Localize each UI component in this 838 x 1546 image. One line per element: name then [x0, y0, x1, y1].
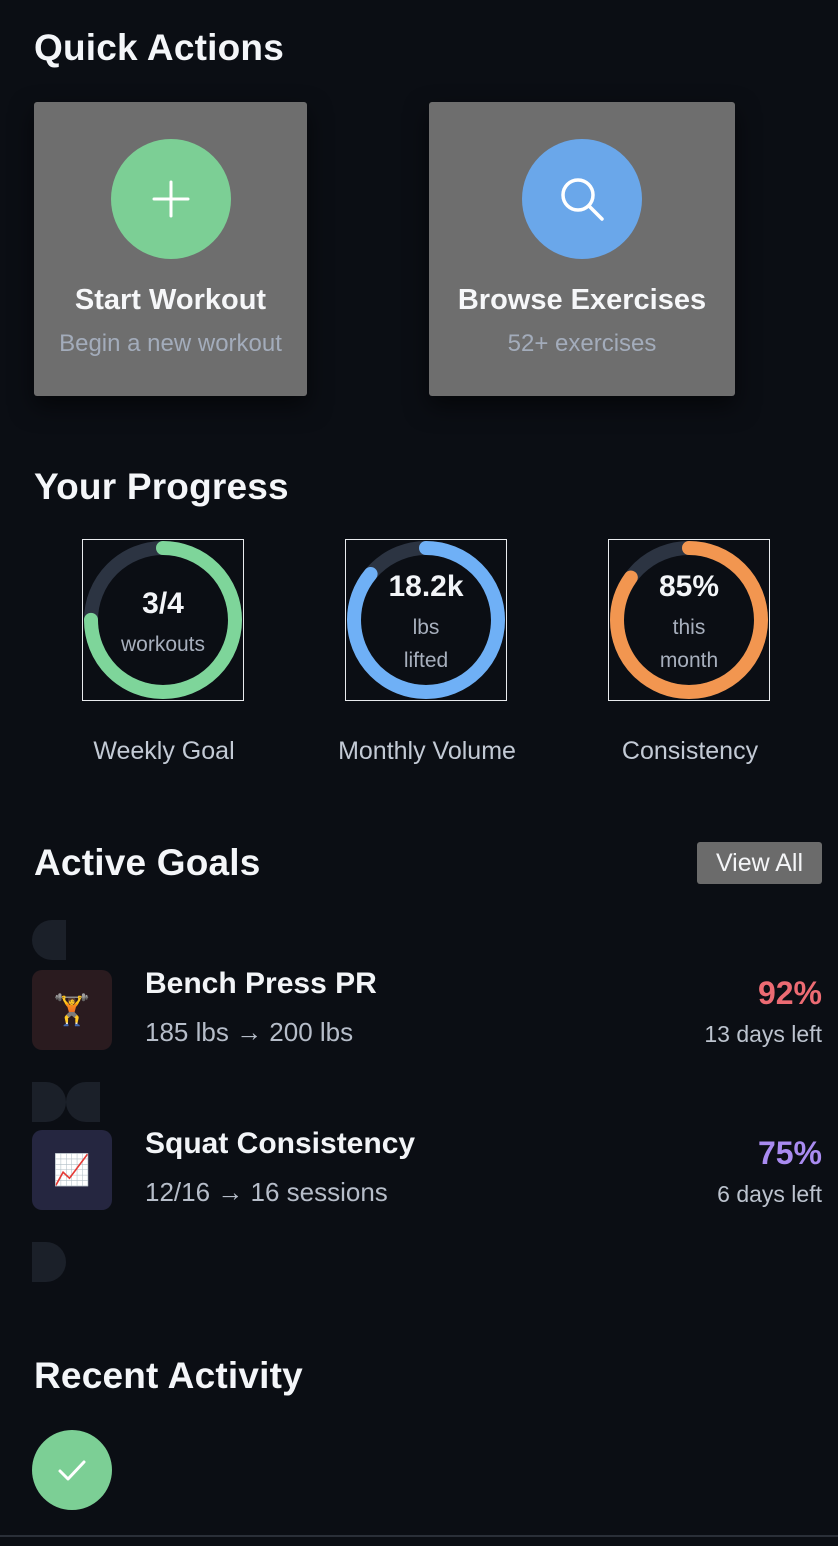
search-icon	[561, 178, 604, 221]
goal-percent: 75%	[757, 1135, 822, 1171]
weekly-goal-label: Weekly Goal	[93, 737, 235, 765]
goal-days-left: 6 days left	[717, 1181, 822, 1207]
consistency-label: Consistency	[621, 737, 759, 765]
goal-placeholder-shape	[32, 1242, 66, 1282]
quick-actions-heading: Quick Actions	[34, 27, 285, 68]
goal-title: Bench Press PR	[145, 967, 377, 1000]
browse-exercises-card[interactable]: Browse Exercises 52+ exercises	[429, 102, 735, 396]
start-workout-title: Start Workout	[74, 284, 267, 316]
browse-exercises-subtitle: 52+ exercises	[507, 330, 657, 357]
consistency-value: 85%	[658, 570, 720, 603]
weightlifter-icon: 🏋️	[32, 970, 112, 1050]
weekly-goal-value: 3/4	[142, 587, 184, 620]
goal-placeholder-shape	[32, 1082, 66, 1122]
goal-detail: 185 lbs → 200 lbs	[145, 1017, 354, 1047]
bottom-divider	[0, 1535, 838, 1537]
start-workout-subtitle: Begin a new workout	[59, 330, 282, 357]
goal-placeholder-shape	[66, 1082, 100, 1122]
consistency-unit-line1: this	[672, 616, 706, 639]
browse-exercises-title: Browse Exercises	[457, 284, 707, 316]
monthly-volume-value: 18.2k	[388, 570, 464, 603]
plus-icon	[152, 180, 189, 218]
view-all-goals-button[interactable]: View All	[697, 842, 822, 884]
active-goals-heading: Active Goals	[34, 842, 261, 883]
weekly-goal-unit: workouts	[120, 633, 206, 656]
goal-percent: 92%	[757, 975, 822, 1011]
goal-title: Squat Consistency	[145, 1127, 416, 1160]
goal-placeholder-shape	[32, 920, 66, 960]
weekly-goal-ring: 3/4 workouts	[82, 539, 244, 701]
start-workout-card[interactable]: Start Workout Begin a new workout	[34, 102, 307, 396]
start-workout-icon-circle	[110, 139, 231, 259]
goal-detail: 12/16 → 16 sessions	[145, 1177, 388, 1207]
check-icon	[58, 1460, 86, 1481]
monthly-volume-label: Monthly Volume	[338, 737, 516, 765]
activity-completed-badge	[32, 1430, 112, 1510]
dashboard-page: Quick Actions Start Workout Begin a new …	[0, 0, 838, 1546]
consistency-unit-line2: month	[659, 649, 719, 672]
monthly-volume-ring: 18.2k lbs lifted	[345, 539, 507, 701]
monthly-volume-unit-line2: lifted	[403, 649, 449, 672]
chart-increasing-icon: 📈	[32, 1130, 112, 1210]
goal-days-left: 13 days left	[704, 1021, 822, 1047]
consistency-ring: 85% this month	[608, 539, 770, 701]
recent-activity-heading: Recent Activity	[34, 1355, 303, 1396]
monthly-volume-unit-line1: lbs	[412, 616, 440, 639]
progress-heading: Your Progress	[34, 466, 289, 507]
browse-exercises-icon-circle	[522, 139, 642, 259]
